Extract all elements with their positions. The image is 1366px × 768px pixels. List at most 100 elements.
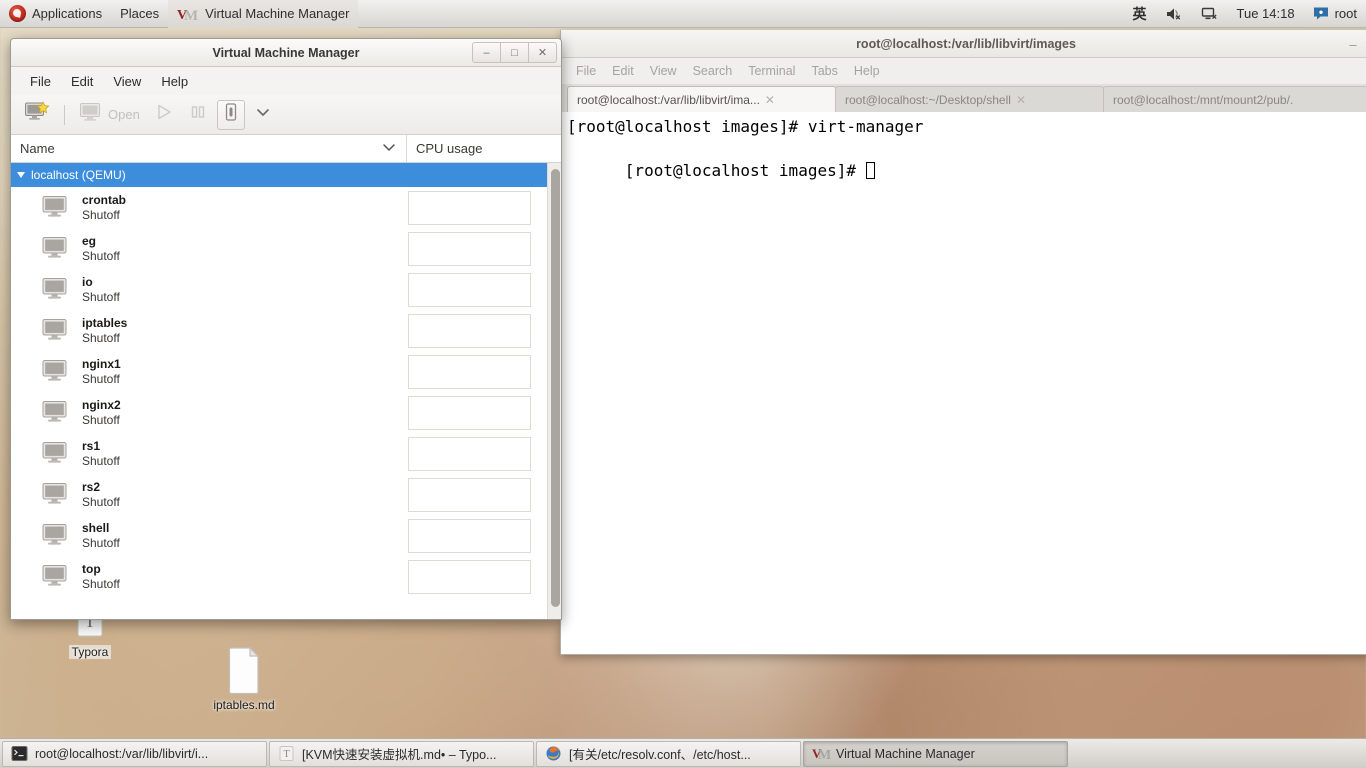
user-menu[interactable]: ● root xyxy=(1304,0,1366,28)
shutdown-options-button[interactable] xyxy=(249,100,277,130)
terminal-titlebar[interactable]: root@localhost:/var/lib/libvirt/images – xyxy=(561,30,1366,58)
vm-monitor-icon xyxy=(41,195,71,221)
terminal-icon xyxy=(11,745,28,762)
network-indicator[interactable] xyxy=(1192,0,1228,28)
vmm-menu-help[interactable]: Help xyxy=(152,71,197,92)
pause-button[interactable] xyxy=(183,100,213,130)
desktop-icon-label: iptables.md xyxy=(210,698,277,712)
vm-row[interactable]: shellShutoff xyxy=(11,515,561,556)
vm-list-rows[interactable]: localhost (QEMU) crontabShutoffegShutoff… xyxy=(11,163,561,619)
taskbar-item-virtual-machine-manager[interactable]: V M Virtual Machine Manager xyxy=(803,741,1068,767)
top-panel: Applications Places V M Virtual Machine … xyxy=(0,0,1366,28)
scrollbar-thumb[interactable] xyxy=(551,169,560,607)
vm-monitor-icon xyxy=(41,277,71,303)
terminal-tab-shell[interactable]: root@localhost:~/Desktop/shell ✕ xyxy=(835,86,1104,112)
terminal-window[interactable]: root@localhost:/var/lib/libvirt/images –… xyxy=(560,30,1366,655)
expander-triangle-icon[interactable] xyxy=(17,172,25,178)
text-file-icon xyxy=(198,645,290,695)
vm-list-area[interactable]: Name CPU usage localhost (QEMU) crontabS… xyxy=(11,135,561,619)
vm-row[interactable]: crontabShutoff xyxy=(11,187,561,228)
vm-cpu-usage-sparkline xyxy=(408,355,531,389)
vm-status: Shutoff xyxy=(82,413,402,428)
vm-name: rs2 xyxy=(82,480,402,495)
terminal-output-area[interactable]: [root@localhost images]# virt-manager [r… xyxy=(561,112,1366,654)
vmm-menu-file[interactable]: File xyxy=(21,71,60,92)
places-menu-label: Places xyxy=(120,6,159,21)
desktop-icon-iptables-md[interactable]: iptables.md xyxy=(198,645,290,714)
window-controls: – □ ✕ xyxy=(473,42,557,63)
network-disconnected-icon xyxy=(1201,6,1219,22)
input-method-label: 英 xyxy=(1133,4,1147,24)
terminal-title: root@localhost:/var/lib/libvirt/images xyxy=(856,37,1076,51)
terminal-menu-file[interactable]: File xyxy=(569,62,603,80)
vm-monitor-icon xyxy=(41,400,71,426)
toolbar-separator xyxy=(64,105,65,125)
terminal-menu-tabs[interactable]: Tabs xyxy=(804,62,844,80)
vmm-menu-edit[interactable]: Edit xyxy=(62,71,102,92)
places-menu[interactable]: Places xyxy=(111,0,168,28)
chevron-down-icon xyxy=(254,103,272,126)
close-icon[interactable]: ✕ xyxy=(765,93,775,107)
terminal-menu-edit[interactable]: Edit xyxy=(605,62,641,80)
typora-icon: T xyxy=(278,745,295,762)
input-method-indicator[interactable]: 英 xyxy=(1124,0,1156,28)
close-icon[interactable]: ✕ xyxy=(1016,93,1026,107)
vm-row[interactable]: nginx1Shutoff xyxy=(11,351,561,392)
vm-row[interactable]: nginx2Shutoff xyxy=(11,392,561,433)
volume-indicator[interactable] xyxy=(1156,0,1192,28)
vmm-menu-view[interactable]: View xyxy=(104,71,150,92)
vm-row[interactable]: egShutoff xyxy=(11,228,561,269)
terminal-tab-label: root@localhost:/var/lib/libvirt/ima... xyxy=(577,93,760,107)
terminal-menu-help[interactable]: Help xyxy=(847,62,887,80)
clock[interactable]: Tue 14:18 xyxy=(1228,0,1304,28)
minimize-button[interactable]: – xyxy=(472,42,501,63)
terminal-tab-label: root@localhost:~/Desktop/shell xyxy=(845,93,1011,107)
vm-row[interactable]: rs1Shutoff xyxy=(11,433,561,474)
column-header-cpu-usage[interactable]: CPU usage xyxy=(407,135,561,162)
vmm-logo-icon: V M xyxy=(177,6,199,22)
vm-list-scrollbar[interactable] xyxy=(547,163,561,619)
vm-name: top xyxy=(82,562,402,577)
virtual-machine-manager-window[interactable]: Virtual Machine Manager – □ ✕ File Edit … xyxy=(10,38,562,620)
terminal-tab-mount2[interactable]: root@localhost:/mnt/mount2/pub/. xyxy=(1103,86,1366,112)
column-header-name-label: Name xyxy=(20,141,55,156)
new-vm-button[interactable] xyxy=(19,100,55,130)
clock-label: Tue 14:18 xyxy=(1237,6,1295,21)
vm-status: Shutoff xyxy=(82,249,402,264)
shutdown-button[interactable] xyxy=(217,100,245,130)
vm-row[interactable]: rs2Shutoff xyxy=(11,474,561,515)
vm-cpu-usage-sparkline xyxy=(408,314,531,348)
run-button[interactable] xyxy=(149,100,179,130)
terminal-minimize-button[interactable]: – xyxy=(1345,36,1361,52)
terminal-menu-view[interactable]: View xyxy=(643,62,684,80)
vm-cpu-usage-sparkline xyxy=(408,191,531,225)
taskbar-item-typora[interactable]: T [KVM快速安装虚拟机.md• – Typo... xyxy=(269,741,534,767)
vm-status: Shutoff xyxy=(82,331,402,346)
open-monitor-icon xyxy=(79,101,103,128)
terminal-tab-label: root@localhost:/mnt/mount2/pub/. xyxy=(1113,93,1293,107)
svg-text:M: M xyxy=(184,8,198,22)
vmm-icon: V M xyxy=(812,745,829,762)
terminal-menu-search[interactable]: Search xyxy=(686,62,740,80)
terminal-tab-images[interactable]: root@localhost:/var/lib/libvirt/ima... ✕ xyxy=(567,86,836,112)
active-window-menu[interactable]: V M Virtual Machine Manager xyxy=(168,0,358,28)
vm-row[interactable]: ioShutoff xyxy=(11,269,561,310)
vm-rows-container: crontabShutoffegShutoffioShutoffiptables… xyxy=(11,187,561,597)
new-vm-icon xyxy=(24,100,50,129)
open-button[interactable]: Open xyxy=(74,100,145,130)
vm-row[interactable]: iptablesShutoff xyxy=(11,310,561,351)
vm-list-column-headers: Name CPU usage xyxy=(11,135,561,163)
taskbar-item-firefox[interactable]: [有关/etc/resolv.conf、/etc/host... xyxy=(536,741,801,767)
applications-menu[interactable]: Applications xyxy=(0,0,111,28)
svg-text:●: ● xyxy=(1318,8,1323,17)
vm-row[interactable]: topShutoff xyxy=(11,556,561,597)
close-button[interactable]: ✕ xyxy=(528,42,557,63)
maximize-button[interactable]: □ xyxy=(500,42,529,63)
column-header-name[interactable]: Name xyxy=(11,135,407,162)
active-window-title: Virtual Machine Manager xyxy=(205,6,349,21)
taskbar-item-terminal[interactable]: root@localhost:/var/lib/libvirt/i... xyxy=(2,741,267,767)
vmm-titlebar[interactable]: Virtual Machine Manager – □ ✕ xyxy=(11,39,561,67)
column-header-cpu-label: CPU usage xyxy=(416,141,482,156)
host-row-localhost[interactable]: localhost (QEMU) xyxy=(11,163,561,187)
terminal-menu-terminal[interactable]: Terminal xyxy=(741,62,802,80)
